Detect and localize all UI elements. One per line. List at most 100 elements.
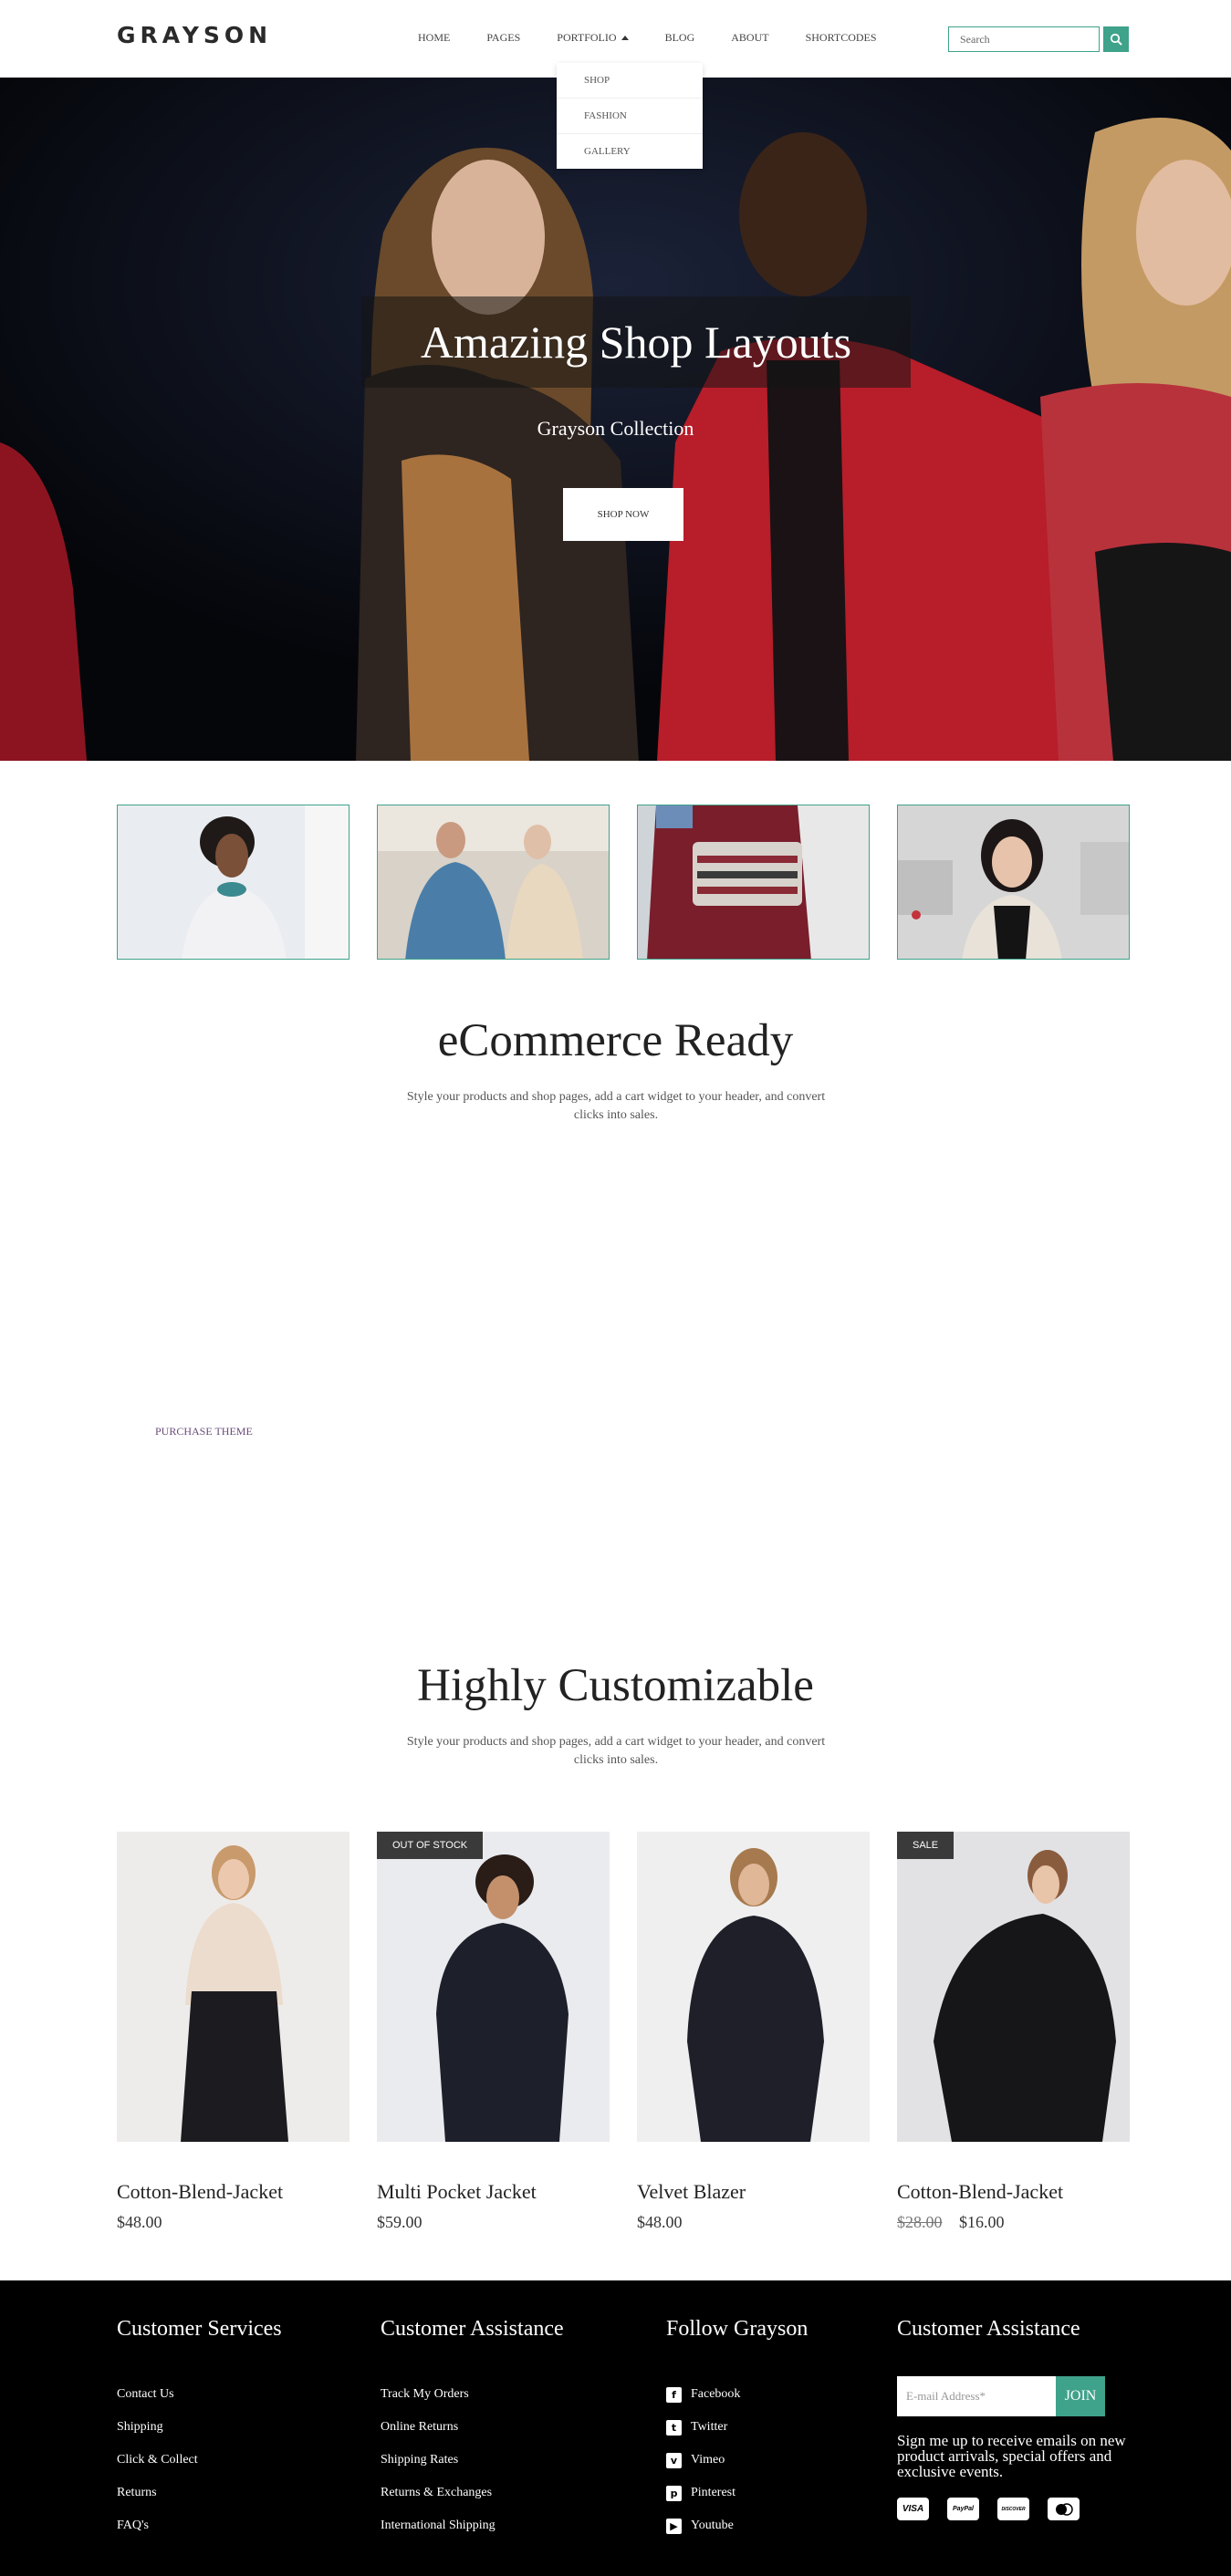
nav-portfolio[interactable]: PORTFOLIO — [557, 31, 629, 45]
product-name[interactable]: Cotton-Blend-Jacket — [897, 2180, 1130, 2204]
purchase-theme-link[interactable]: PURCHASE THEME — [155, 1425, 253, 1439]
nav-shortcodes[interactable]: SHORTCODES — [806, 31, 877, 45]
category-thumb-4[interactable] — [897, 805, 1130, 960]
nav-home-label: HOME — [418, 31, 451, 44]
pinterest-icon: p — [666, 2485, 682, 2501]
product-price-row: $48.00 — [117, 2213, 349, 2232]
footer-link[interactable]: International Shipping — [381, 2509, 564, 2542]
product-photo — [637, 1832, 870, 2142]
product-name[interactable]: Cotton-Blend-Jacket — [117, 2180, 349, 2204]
product-photo — [117, 1832, 349, 2142]
dropdown-item-gallery[interactable]: GALLERY — [557, 134, 703, 169]
footer-link[interactable]: Click & Collect — [117, 2444, 282, 2477]
social-link-youtube[interactable]: ▶ Youtube — [666, 2509, 808, 2542]
social-link-pinterest[interactable]: p Pinterest — [666, 2477, 808, 2509]
newsletter-text: Sign me up to receive emails on new prod… — [897, 2432, 1126, 2480]
hero-title-box: Amazing Shop Layouts — [361, 296, 911, 388]
social-label: Vimeo — [691, 2453, 725, 2467]
footer-link[interactable]: Shipping — [117, 2411, 282, 2444]
footer-link[interactable]: FAQ's — [117, 2509, 282, 2542]
sale-badge: SALE — [897, 1832, 955, 1859]
nav-home[interactable]: HOME — [418, 31, 450, 45]
social-label: Facebook — [691, 2387, 741, 2401]
footer-link[interactable]: Returns & Exchanges — [381, 2477, 564, 2509]
portfolio-dropdown: SHOP FASHION GALLERY — [557, 63, 703, 169]
join-button[interactable]: JOIN — [1056, 2376, 1105, 2416]
nav-shortcodes-label: SHORTCODES — [805, 31, 877, 44]
caret-up-icon — [621, 36, 629, 40]
nav-about[interactable]: ABOUT — [731, 31, 768, 45]
product-price: $16.00 — [959, 2213, 1005, 2231]
social-link-vimeo[interactable]: v Vimeo — [666, 2444, 808, 2477]
visa-icon: VISA — [897, 2498, 929, 2520]
search-icon — [1110, 33, 1122, 46]
newsletter-email-input[interactable] — [897, 2376, 1056, 2416]
category-thumb-3[interactable] — [637, 805, 870, 960]
category-thumb-2[interactable] — [377, 805, 610, 960]
search-input[interactable] — [948, 26, 1100, 52]
product-price-row: $48.00 — [637, 2213, 870, 2232]
product-card: OUT OF STOCK Multi Pocket Jacket $59.00 — [377, 1832, 610, 2232]
mastercard-logo — [1055, 2502, 1073, 2516]
nav-about-label: ABOUT — [731, 31, 769, 44]
shop-now-button[interactable]: SHOP NOW — [563, 488, 683, 541]
footer-col-title: Follow Grayson — [666, 2317, 808, 2341]
ecommerce-text: Style your products and shop pages, add … — [406, 1090, 826, 1122]
dropdown-item-shop[interactable]: SHOP — [557, 63, 703, 99]
hero-title: Amazing Shop Layouts — [420, 317, 852, 368]
footer-link[interactable]: Track My Orders — [381, 2378, 564, 2411]
footer-col-follow: Follow Grayson f Facebook t Twitter v Vimeo… — [666, 2317, 808, 2542]
product-photo — [377, 1832, 610, 2142]
thumb-image — [898, 805, 1129, 959]
paypal-icon: PayPal — [947, 2498, 979, 2520]
social-label: Youtube — [691, 2519, 734, 2532]
product-name[interactable]: Multi Pocket Jacket — [377, 2180, 610, 2204]
product-photo — [897, 1832, 1130, 2142]
product-price: $48.00 — [637, 2213, 683, 2231]
product-image[interactable] — [117, 1832, 349, 2142]
nav-blog[interactable]: BLOG — [665, 31, 695, 45]
site-footer: Customer Services Contact Us Shipping Cl… — [0, 2280, 1231, 2576]
search-form — [948, 26, 1129, 52]
nav-pages[interactable]: PAGES — [486, 31, 520, 45]
product-image[interactable] — [377, 1832, 610, 2142]
product-card: Cotton-Blend-Jacket $48.00 — [117, 1832, 349, 2232]
footer-col-title: Customer Services — [117, 2317, 282, 2341]
footer-link[interactable]: Contact Us — [117, 2378, 282, 2411]
social-link-facebook[interactable]: f Facebook — [666, 2378, 808, 2411]
nav-portfolio-label: PORTFOLIO — [557, 31, 617, 44]
twitter-icon: t — [666, 2419, 682, 2436]
product-name[interactable]: Velvet Blazer — [637, 2180, 870, 2204]
thumb-image — [378, 805, 609, 959]
dropdown-item-fashion[interactable]: FASHION — [557, 99, 703, 134]
ecommerce-title: eCommerce Ready — [437, 1015, 794, 1066]
footer-col-customer-services: Customer Services Contact Us Shipping Cl… — [117, 2317, 282, 2542]
product-price: $48.00 — [117, 2213, 162, 2231]
category-thumb-1[interactable] — [117, 805, 349, 960]
customizable-text: Style your products and shop pages, add … — [406, 1735, 826, 1767]
thumb-image — [638, 805, 869, 959]
out-of-stock-badge: OUT OF STOCK — [377, 1832, 484, 1859]
mastercard-icon — [1048, 2498, 1080, 2520]
footer-link[interactable]: Online Returns — [381, 2411, 564, 2444]
product-price-row: $28.00 $16.00 — [897, 2213, 1130, 2232]
social-link-twitter[interactable]: t Twitter — [666, 2411, 808, 2444]
category-thumbnails — [117, 805, 1130, 960]
nav-pages-label: PAGES — [486, 31, 521, 44]
footer-link[interactable]: Shipping Rates — [381, 2444, 564, 2477]
site-logo[interactable]: GRAYSON — [117, 22, 272, 48]
product-card: Velvet Blazer $48.00 — [637, 1832, 870, 2232]
youtube-icon: ▶ — [666, 2518, 682, 2534]
search-button[interactable] — [1103, 26, 1129, 52]
footer-link[interactable]: Returns — [117, 2477, 282, 2509]
hero-banner: Amazing Shop Layouts Grayson Collection … — [0, 78, 1231, 761]
nav-blog-label: BLOG — [664, 31, 695, 44]
customizable-title: Highly Customizable — [417, 1660, 814, 1711]
facebook-icon: f — [666, 2386, 682, 2403]
product-image[interactable] — [897, 1832, 1130, 2142]
product-old-price: $28.00 — [897, 2213, 943, 2231]
product-image[interactable] — [637, 1832, 870, 2142]
footer-col-customer-assistance: Customer Assistance Track My Orders Onli… — [381, 2317, 564, 2542]
social-label: Pinterest — [691, 2486, 735, 2499]
social-label: Twitter — [691, 2420, 728, 2434]
